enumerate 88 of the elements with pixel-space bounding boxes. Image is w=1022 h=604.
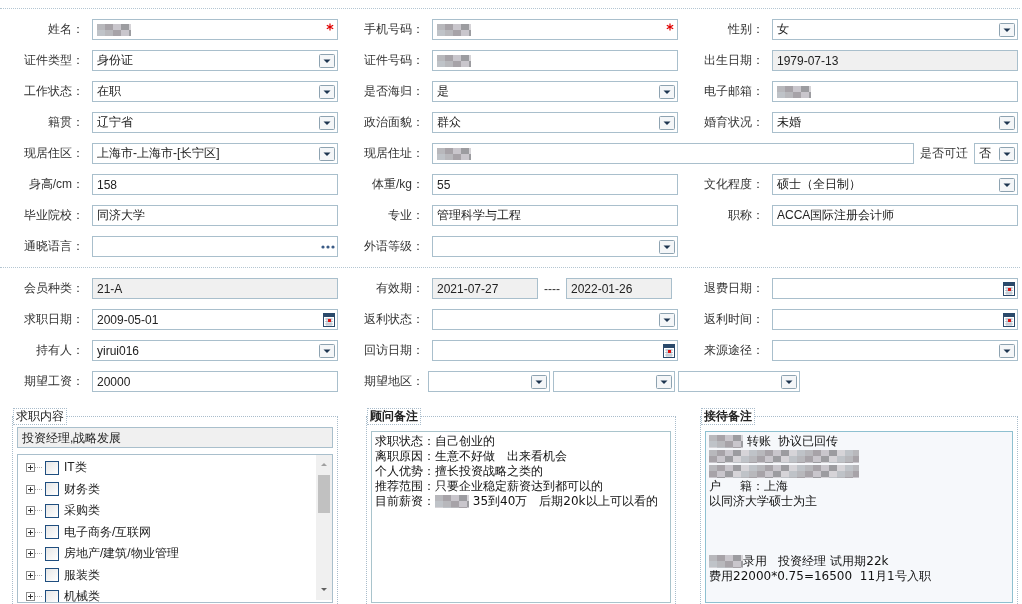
field-label: 外语等级： <box>363 238 424 255</box>
dropdown-icon[interactable] <box>999 115 1015 130</box>
dropdown-icon[interactable] <box>999 146 1015 161</box>
tree-item[interactable]: 服装类 <box>64 566 100 584</box>
field-label: 期望工资： <box>23 373 84 390</box>
field-label: 现居住区： <box>23 145 84 162</box>
field-label: 电子邮箱： <box>703 83 764 100</box>
tree-item[interactable]: 财务类 <box>64 480 100 498</box>
dropdown-icon[interactable] <box>659 115 675 130</box>
text-field[interactable] <box>432 19 678 40</box>
field-label: 婚育状况： <box>703 114 764 131</box>
field-label: 出生日期： <box>703 52 764 69</box>
field-label: 是否可迁 <box>920 145 968 162</box>
dropdown-field[interactable]: 否 <box>974 143 1018 164</box>
dropdown-icon[interactable] <box>319 115 335 130</box>
note-text: 个人优势：擅长投资战略之类的 <box>375 464 543 479</box>
text-field[interactable]: 1979-07-13 <box>772 50 1018 71</box>
field-label: 身高/cm： <box>27 176 84 193</box>
dropdown-field[interactable]: 女 <box>772 19 1018 40</box>
tree-item[interactable]: 房地产/建筑/物业管理 <box>64 545 179 563</box>
field-label: 回访日期： <box>363 342 424 359</box>
dropdown-field[interactable]: 辽宁省 <box>92 112 338 133</box>
field-label: 工作状态： <box>23 83 84 100</box>
field-label: 姓名： <box>47 21 84 38</box>
field-label: 文化程度： <box>703 176 764 193</box>
text-field[interactable]: 55 <box>432 174 678 195</box>
note-text: 以同济大学硕士为主 <box>709 494 817 509</box>
field-label: 退费日期： <box>703 280 764 297</box>
tree-item[interactable]: 电子商务/互联网 <box>64 523 152 541</box>
range-separator: ---- <box>544 281 560 296</box>
dropdown-icon[interactable] <box>319 146 335 161</box>
note-text: 求职状态：自己创业的 <box>375 434 495 449</box>
field-label: 返利时间： <box>703 311 764 328</box>
field-label: 籍贯： <box>47 114 84 131</box>
dropdown-icon[interactable] <box>319 53 335 68</box>
text-field[interactable]: 158 <box>92 174 338 195</box>
note-text: 35到40万 后期20k以上可以看的 <box>471 494 658 509</box>
field-label: 会员种类： <box>23 280 84 297</box>
text-field[interactable]: 同济大学 <box>92 205 338 226</box>
text-field[interactable] <box>432 143 914 164</box>
dropdown-field[interactable]: 身份证 <box>92 50 338 71</box>
dropdown-icon[interactable] <box>659 84 675 99</box>
text-field[interactable]: 管理科学与工程 <box>432 205 678 226</box>
tree-item[interactable]: 采购类 <box>64 502 100 520</box>
note-text: 户 籍：上海 <box>709 479 789 494</box>
field-label: 持有人： <box>35 342 84 359</box>
ellipsis-icon[interactable] <box>321 244 335 249</box>
field-label: 通晓语言： <box>23 238 84 255</box>
field-label: 求职日期： <box>23 311 84 328</box>
dropdown-icon[interactable] <box>999 22 1015 37</box>
dropdown-field[interactable]: 未婚 <box>772 112 1018 133</box>
text-field[interactable] <box>772 81 1018 102</box>
note-text: 目前薪资： <box>375 494 435 509</box>
dropdown-icon[interactable] <box>999 177 1015 192</box>
note-text: 费用22000*0.75=16500 11月1号入职 <box>709 569 931 584</box>
field-label: 证件类型： <box>23 52 84 69</box>
dropdown-field[interactable]: 是 <box>432 81 678 102</box>
note-text: 录用 投资经理 试用期22k <box>743 554 889 569</box>
field-label: 来源途径： <box>703 342 764 359</box>
tree-item[interactable]: IT类 <box>64 459 87 477</box>
field-label: 是否海归： <box>363 83 424 100</box>
field-label: 性别： <box>727 21 764 38</box>
dropdown-field[interactable]: 群众 <box>432 112 678 133</box>
tree-item[interactable]: 机械类 <box>64 588 100 602</box>
field-label: 有效期： <box>375 280 424 297</box>
dropdown-field[interactable] <box>432 236 678 257</box>
dropdown-icon[interactable] <box>319 84 335 99</box>
text-field[interactable] <box>432 50 678 71</box>
field-label: 期望地区： <box>363 373 424 390</box>
field-label: 现居住址： <box>363 145 424 162</box>
note-text: 离职原因：生意不好做 出来看机会 <box>375 449 567 464</box>
note-text: 转账 协议已回传 <box>745 434 839 449</box>
dropdown-icon[interactable] <box>659 239 675 254</box>
text-field[interactable] <box>92 19 338 40</box>
field-label: 专业： <box>387 207 424 224</box>
field-label: 返利状态： <box>363 311 424 328</box>
field-label: 证件号码： <box>363 52 424 69</box>
dropdown-field[interactable]: 硕士（全日制） <box>772 174 1018 195</box>
lookup-field[interactable] <box>92 236 338 257</box>
field-label: 手机号码： <box>363 21 424 38</box>
dropdown-field[interactable]: 上海市-上海市-[长宁区] <box>92 143 338 164</box>
field-label: 体重/kg： <box>371 176 424 193</box>
note-text: 推荐范围：只要企业稳定薪资达到都可以的 <box>375 479 603 494</box>
dropdown-field[interactable]: 在职 <box>92 81 338 102</box>
field-label: 政治面貌： <box>363 114 424 131</box>
field-label: 职称： <box>727 207 764 224</box>
text-field[interactable]: ACCA国际注册会计师 <box>772 205 1018 226</box>
field-label: 毕业院校： <box>23 207 84 224</box>
